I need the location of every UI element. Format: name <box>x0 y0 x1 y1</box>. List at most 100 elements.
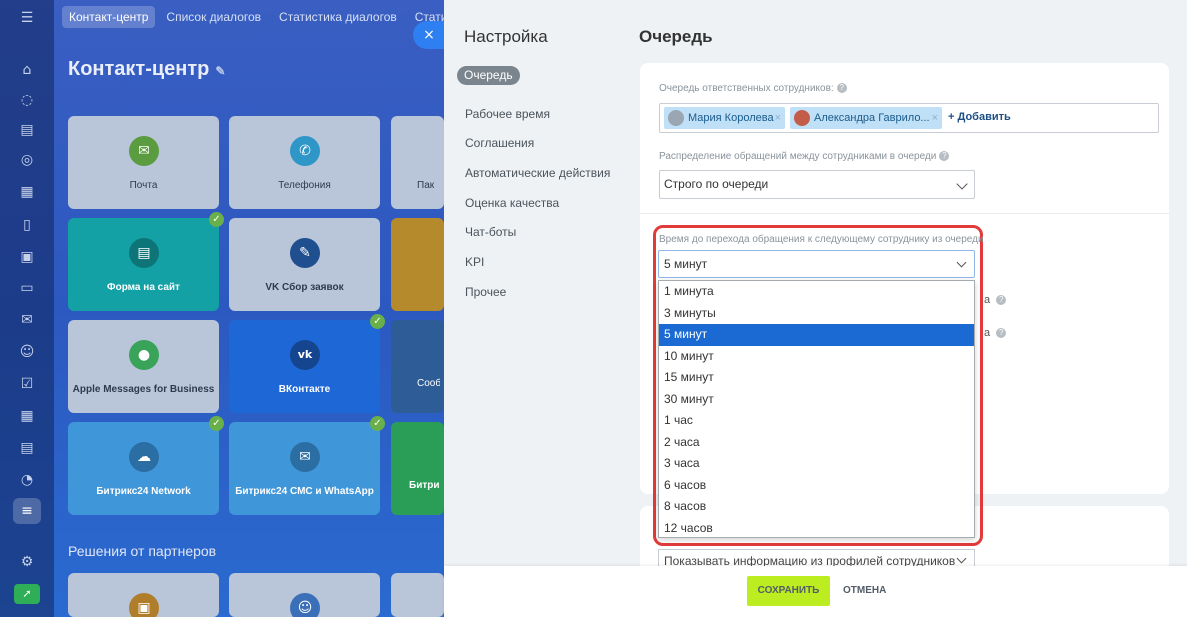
hidden-option-tail: а ? <box>984 327 1007 339</box>
close-slider-button[interactable]: × <box>413 21 445 49</box>
employee-chip[interactable]: Александра Гаврило... × <box>790 107 942 129</box>
vk-icon: vk <box>290 340 320 370</box>
drive-icon[interactable]: ▭ <box>17 278 37 298</box>
tile-partner-1[interactable]: ▣ <box>68 573 219 617</box>
tab-dialog-list[interactable]: Список диалогов <box>159 6 268 28</box>
menu-item-automatic-actions[interactable]: Автоматические действия <box>457 163 637 183</box>
dropdown-option[interactable]: 3 часа <box>659 453 974 475</box>
cloud-icon: ☁ <box>129 442 159 472</box>
chat-icon[interactable]: ◌ <box>17 90 37 110</box>
tile-vkontakte[interactable]: ✓ vk ВКонтакте <box>229 314 385 413</box>
tile-b24-network[interactable]: ✓ ☁ Битрикс24 Network <box>68 416 224 515</box>
docs-icon[interactable]: ▯ <box>17 215 37 235</box>
dropdown-option[interactable]: 1 минута <box>659 281 974 303</box>
pin-icon[interactable]: ✎ <box>215 64 225 78</box>
vk-leads-icon: ✎ <box>290 238 320 268</box>
check-icon: ✓ <box>209 212 224 227</box>
cancel-button[interactable]: ОТМЕНА <box>843 576 886 606</box>
employee-chip[interactable]: Мария Королева × <box>664 107 785 129</box>
left-sidebar: ☰ ⌂ ◌ ▤ ◎ ▦ ▯ ▣ ▭ ✉ ☺ ☑ ▦ ▤ ◔ ≡ ⚙ ➚ <box>0 0 54 617</box>
tile-partner-3[interactable] <box>391 573 444 617</box>
check-circle-icon[interactable]: ◔ <box>17 470 37 490</box>
pulse-icon[interactable]: ⌂ <box>17 60 37 80</box>
distribution-select[interactable]: Строго по очереди <box>659 170 975 199</box>
add-employee-link[interactable]: + Добавить <box>948 111 1011 123</box>
check-icon: ✓ <box>370 416 385 431</box>
calendar-icon[interactable]: ▦ <box>17 182 37 202</box>
settings-icon[interactable]: ⚙ <box>17 552 37 572</box>
sms-icon: ✉ <box>290 442 320 472</box>
help-icon[interactable]: ? <box>939 151 950 162</box>
dropdown-option-selected[interactable]: 5 минут <box>659 324 974 346</box>
dropdown-option[interactable]: 12 часов <box>659 518 974 540</box>
tile-vk-leads[interactable]: ✎ VK Сбор заявок <box>229 218 380 311</box>
tab-contact-center[interactable]: Контакт-центр <box>62 6 156 28</box>
help-icon[interactable]: ? <box>996 328 1007 339</box>
check-icon: ✓ <box>370 314 385 329</box>
dropdown-option[interactable]: 10 минут <box>659 346 974 368</box>
menu-item-chatbots[interactable]: Чат-боты <box>457 222 637 242</box>
chevron-down-icon <box>956 257 967 268</box>
tile-b24-sms[interactable]: ✓ ✉ Битрикс24 СМС и WhatsApp <box>229 416 385 515</box>
crm-icon[interactable]: ◎ <box>17 150 37 170</box>
dropdown-option[interactable]: 15 минут <box>659 367 974 389</box>
tile-messages[interactable]: Сооб <box>391 320 444 413</box>
check-icon: ✓ <box>209 416 224 431</box>
dropdown-option[interactable]: 3 минуты <box>659 303 974 325</box>
tile-partial[interactable] <box>391 218 444 311</box>
remove-icon[interactable]: × <box>932 107 938 129</box>
divider <box>640 213 1169 214</box>
save-button[interactable]: СОХРАНИТЬ <box>747 576 830 606</box>
slider-footer: СОХРАНИТЬ ОТМЕНА <box>444 566 1187 617</box>
dropdown-option[interactable]: 8 часов <box>659 496 974 518</box>
help-icon[interactable]: ? <box>836 83 847 94</box>
menu-item-kpi[interactable]: KPI <box>457 252 637 272</box>
menu-item-quality-rating[interactable]: Оценка качества <box>457 193 637 213</box>
menu-item-working-hours[interactable]: Рабочее время <box>457 104 637 124</box>
avatar <box>668 110 684 126</box>
menu-item-other[interactable]: Прочее <box>457 282 637 302</box>
timeout-select[interactable]: 5 минут <box>658 250 975 278</box>
mail-icon[interactable]: ✉ <box>17 310 37 330</box>
dropdown-option[interactable]: 2 часа <box>659 432 974 454</box>
dropdown-option[interactable]: 1 час <box>659 410 974 432</box>
employees-field[interactable]: Мария Королева × Александра Гаврило... ×… <box>659 103 1159 133</box>
employee-name: Александра Гаврило... <box>814 112 930 124</box>
schedule-icon[interactable]: ▦ <box>17 406 37 426</box>
tile-label: VK Сбор заявок <box>265 282 344 293</box>
tile-bitrix-partial[interactable]: Битрик <box>391 422 444 515</box>
dropdown-option[interactable]: 6 часов <box>659 475 974 497</box>
settings-title: Настройка <box>464 27 548 46</box>
board-icon[interactable]: ▣ <box>17 247 37 267</box>
tile-label: Битрикс24 Network <box>96 486 191 497</box>
tile-label: Битрикс24 СМС и WhatsApp <box>235 486 374 497</box>
tile-label: Телефония <box>278 180 331 191</box>
tile-apple-messages[interactable]: ● Apple Messages for Business <box>68 320 219 413</box>
phone-icon: ✆ <box>290 136 320 166</box>
section-title: Очередь <box>639 27 713 46</box>
tile-label: Сооб <box>417 378 440 389</box>
tile-partner-2[interactable]: ☺ <box>229 573 380 617</box>
rocket-icon[interactable]: ➚ <box>14 584 40 604</box>
bot-icon: ☺ <box>290 593 320 617</box>
tile-mail[interactable]: ✉ Почта <box>68 116 219 209</box>
menu-item-agreements[interactable]: Соглашения <box>457 133 637 153</box>
help-icon[interactable]: ? <box>996 295 1007 306</box>
tile-site-form[interactable]: ✓ ▤ Форма на сайт <box>68 212 224 311</box>
tile-telephony[interactable]: ✆ Телефония <box>229 116 380 209</box>
tile-package[interactable]: Пак <box>391 116 444 209</box>
dropdown-option[interactable]: 30 минут <box>659 389 974 411</box>
groups-icon[interactable]: ☺ <box>17 342 37 362</box>
tab-dialog-stats[interactable]: Статистика диалогов <box>272 6 404 28</box>
checkbox-icon[interactable]: ☑ <box>17 374 37 394</box>
menu-icon[interactable]: ☰ <box>17 8 37 28</box>
tile-label: Apple Messages for Business <box>72 384 215 395</box>
menu-item-queue[interactable]: Очередь <box>457 66 520 85</box>
filter-icon[interactable]: ≡ <box>17 501 37 521</box>
store-icon[interactable]: ▤ <box>17 438 37 458</box>
top-navigation: Контакт-центр Список диалогов Статистика… <box>62 6 473 30</box>
tile-label: ВКонтакте <box>278 384 331 395</box>
distribution-label: Распределение обращений между сотрудника… <box>659 151 950 162</box>
tasks-icon[interactable]: ▤ <box>17 120 37 140</box>
remove-icon[interactable]: × <box>775 107 781 129</box>
